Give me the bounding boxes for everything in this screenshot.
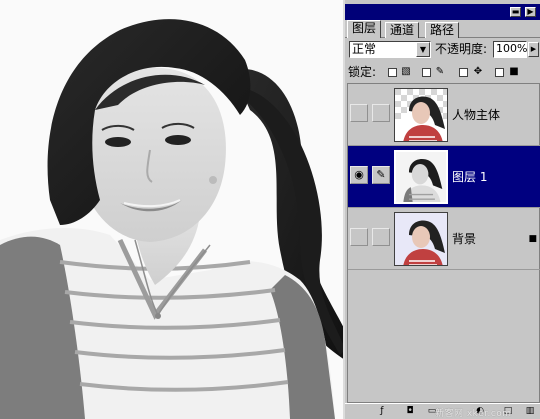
layer-name: 背景 [452,232,477,246]
brush-icon: ✎ [435,66,445,77]
padlock-icon: ■ [528,234,537,244]
brush-icon[interactable]: ✎ [372,166,390,184]
blend-mode-select[interactable]: 正常 ▼ [349,41,431,58]
layer-name: 人物主体 [452,108,501,122]
trash-icon[interactable]: ▥ [523,405,537,418]
tab-layers[interactable]: 图层 [347,20,382,38]
eye-icon[interactable]: ◉ [350,166,368,184]
move-icon: ✥ [473,66,483,77]
tab-paths[interactable]: 路径 [425,22,460,38]
image-canvas[interactable] [0,0,345,419]
padlock-icon: ■ [509,66,519,77]
layer-thumbnail [394,212,448,266]
lock-row: 锁定: ▧ ✎ ✥ ■ [345,62,540,82]
portrait-photo [0,0,345,419]
palette-tabs: 图层 通道 路径 [345,20,540,38]
lock-all-checkbox[interactable] [495,68,504,77]
layer-mask-icon[interactable]: ◘ [403,405,417,418]
lock-position-checkbox[interactable] [459,68,468,77]
palette-menu-button[interactable]: ▶ [525,7,536,17]
lock-transparency-checkbox[interactable] [388,68,397,77]
tab-channels[interactable]: 通道 [385,22,420,38]
minimize-button[interactable]: ▬ [510,7,521,17]
layers-list: 人物主体 ◉ ✎ 图层 1 背景 ■ [347,83,540,403]
opacity-label: 不透明度: [435,42,488,56]
layer-row-selected[interactable]: ◉ ✎ 图层 1 [348,146,540,208]
lock-label: 锁定: [348,65,377,79]
link-toggle[interactable] [372,228,390,246]
layer-name: 图层 1 [452,170,488,184]
checker-icon: ▧ [401,66,411,77]
palette-titlebar[interactable]: ▬ ▶ [345,4,540,20]
watermark: 新客网 xker.com [435,409,512,419]
link-toggle[interactable] [372,104,390,122]
opacity-arrow-icon[interactable]: ▶ [528,42,539,57]
layers-palette: ▬ ▶ 图层 通道 路径 正常 ▼ 不透明度: 100% ▶ 锁定: ▧ ✎ ✥… [343,0,540,419]
visibility-toggle[interactable] [350,104,368,122]
palette-bottom-bar: ƒ ◘ ▭ ◐ □ ▥ 新客网 xker.com [345,403,540,419]
blend-row: 正常 ▼ 不透明度: 100% ▶ [345,39,540,59]
chevron-down-icon[interactable]: ▼ [416,42,430,57]
layer-style-icon[interactable]: ƒ [375,405,389,418]
lock-pixels-checkbox[interactable] [422,68,431,77]
layer-row[interactable]: 背景 ■ [348,208,540,270]
opacity-field[interactable]: 100% [493,41,527,58]
blend-mode-value: 正常 [352,42,377,56]
layer-row[interactable]: 人物主体 [348,84,540,146]
layer-thumbnail [394,88,448,142]
visibility-toggle[interactable] [350,228,368,246]
layer-thumbnail [394,150,448,204]
